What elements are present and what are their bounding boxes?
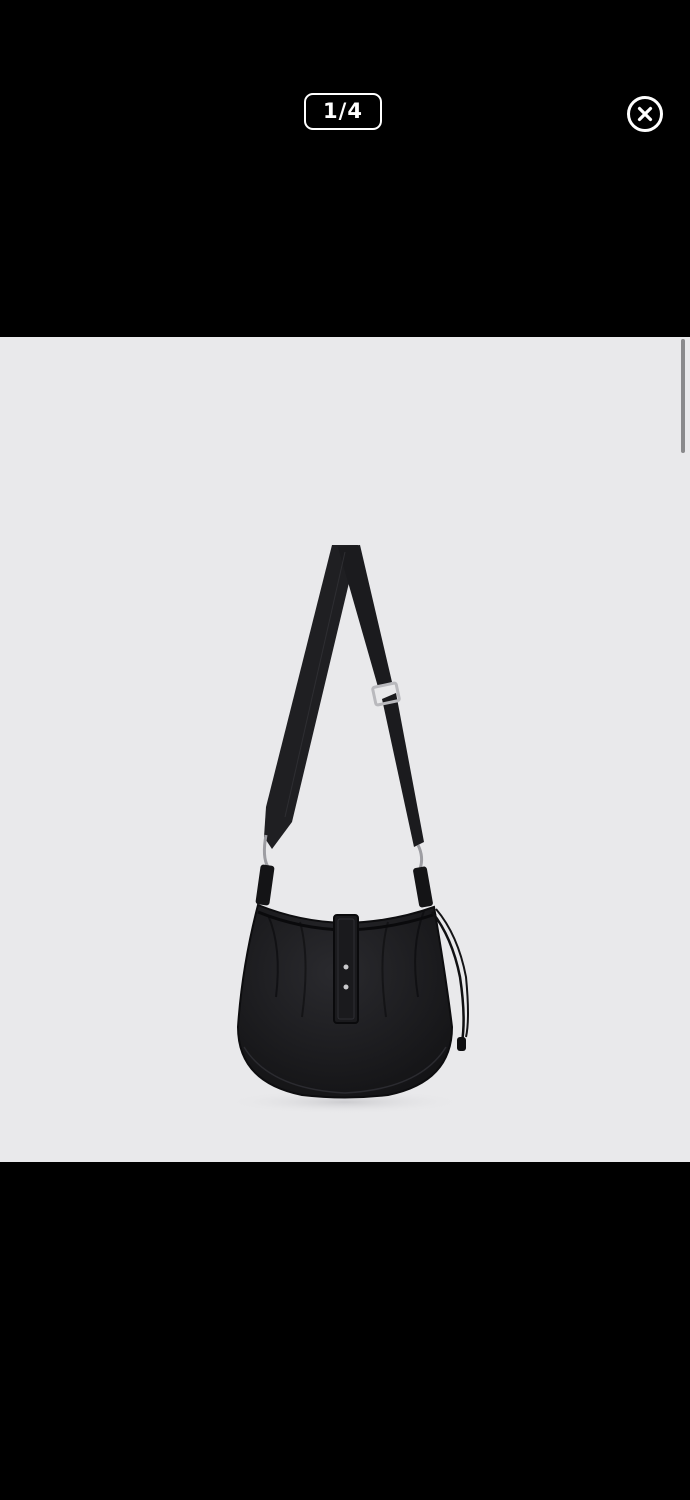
- image-counter: 1/4: [304, 93, 382, 130]
- image-viewer: 1/4: [0, 0, 690, 1500]
- close-icon: [637, 106, 653, 122]
- vertical-scrollbar[interactable]: [681, 339, 685, 453]
- crossbody-bag-image: [225, 545, 469, 1114]
- product-image[interactable]: [0, 337, 690, 1162]
- close-button[interactable]: [627, 96, 663, 132]
